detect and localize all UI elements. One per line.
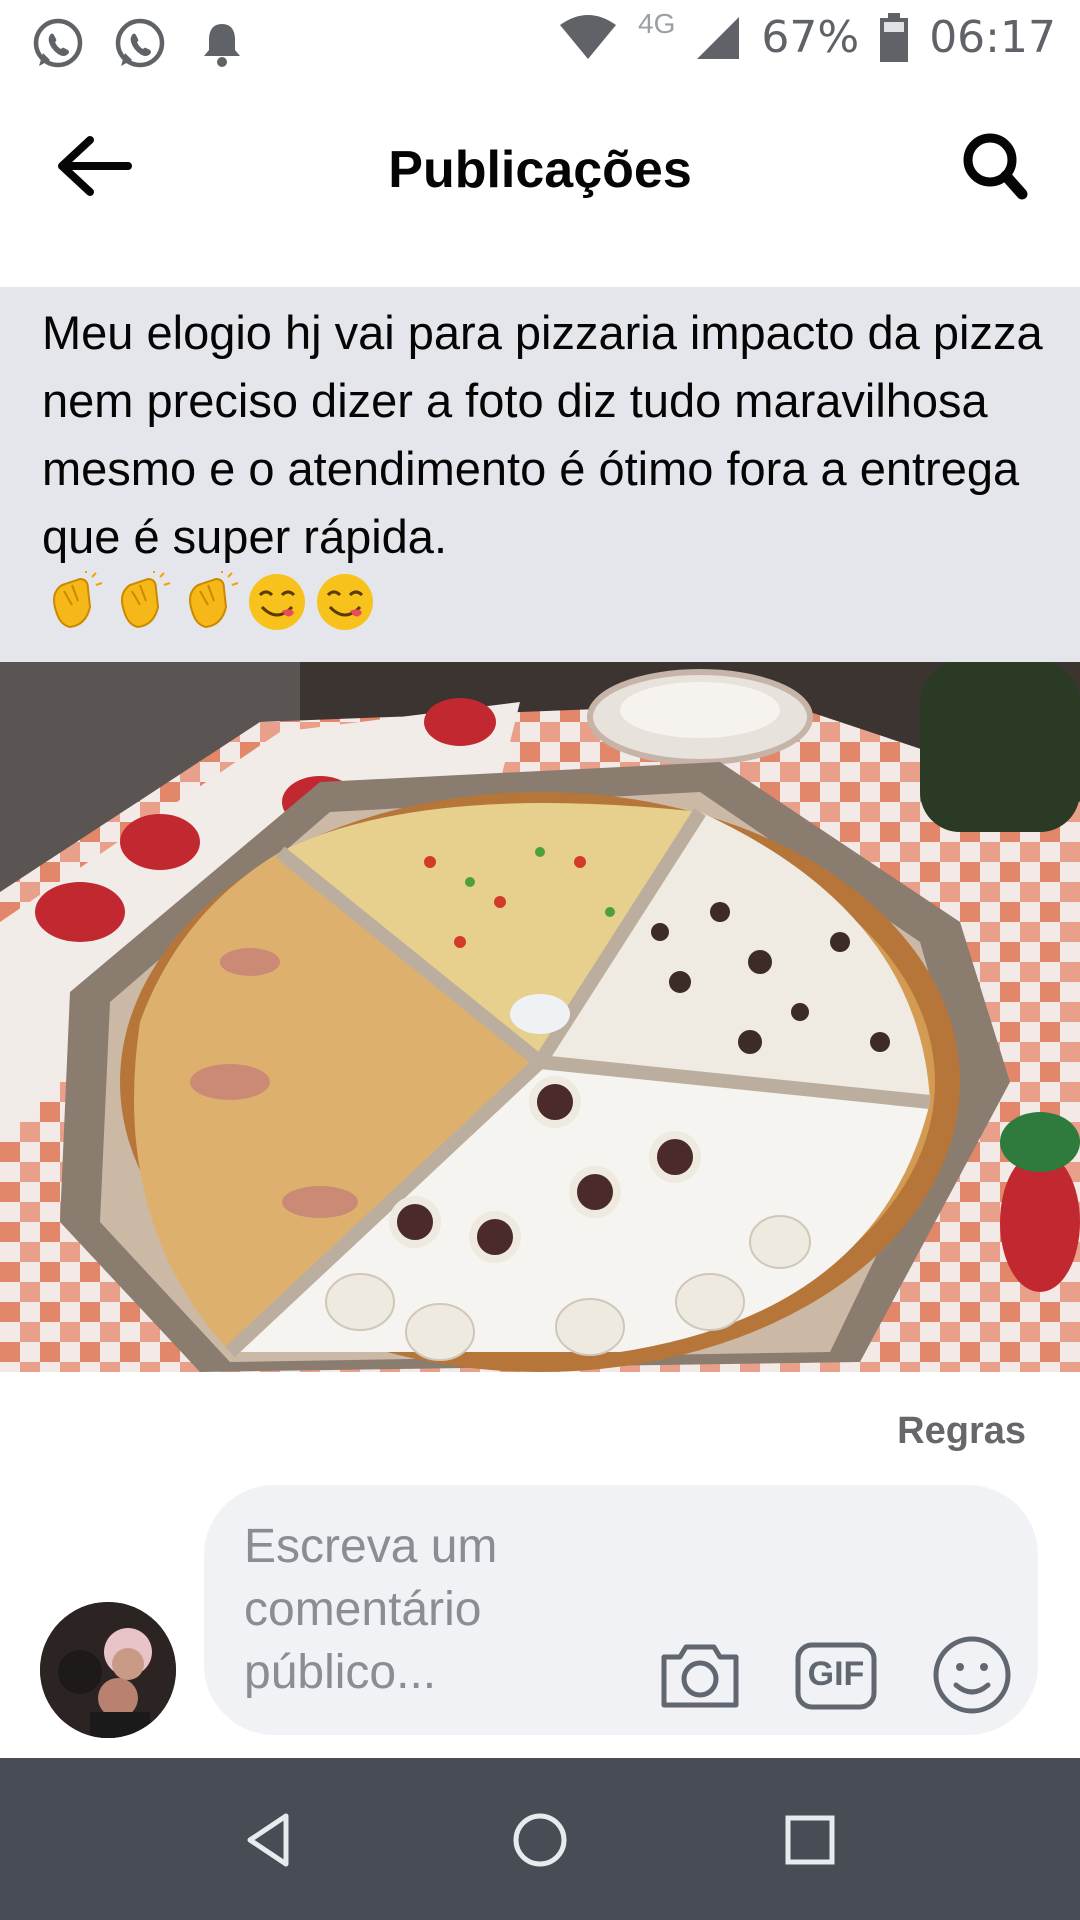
yum-face-icon <box>249 574 305 630</box>
whatsapp-icon <box>115 18 165 68</box>
network-type: 4G <box>638 7 676 39</box>
yum-face-icon <box>317 574 373 630</box>
post-text-card: Meu elogio hj vai para pizzaria impacto … <box>0 287 1080 662</box>
post-photo[interactable] <box>0 662 1080 1372</box>
clapping-hands-icon <box>53 571 103 629</box>
nav-recents-icon[interactable] <box>778 1808 842 1872</box>
post-body-text: Meu elogio hj vai para pizzaria impacto … <box>42 306 1043 563</box>
smiley-icon[interactable] <box>930 1633 1014 1717</box>
post-emoji-row <box>42 571 376 633</box>
clock: 06:17 <box>929 12 1056 63</box>
nav-home-icon[interactable] <box>508 1808 572 1872</box>
camera-icon[interactable] <box>658 1633 742 1717</box>
search-icon[interactable] <box>950 126 1040 206</box>
battery-percent: 67% <box>761 12 860 63</box>
whatsapp-icon <box>33 18 83 68</box>
avatar-photo <box>40 1602 176 1738</box>
status-bar: 4G 67% 06:17 <box>0 0 1080 88</box>
avatar[interactable] <box>40 1602 176 1738</box>
signal-icon <box>697 16 740 59</box>
battery-icon <box>880 12 909 62</box>
gif-label: GIF <box>807 1655 865 1693</box>
wifi-icon <box>560 14 617 59</box>
clapping-hands-icon <box>121 571 171 629</box>
bell-icon <box>204 24 240 67</box>
pizza-photo <box>0 662 1080 1372</box>
nav-back-icon[interactable] <box>238 1808 302 1872</box>
gif-button[interactable]: GIF <box>794 1633 878 1717</box>
comment-input[interactable]: Escreva um comentário público... GIF <box>204 1485 1038 1735</box>
clapping-hands-icon <box>189 571 239 629</box>
page-title: Publicações <box>388 141 692 199</box>
system-nav-bar <box>0 1758 1080 1920</box>
rules-link[interactable]: Regras <box>897 1410 1026 1453</box>
comment-placeholder: Escreva um comentário público... <box>244 1520 498 1699</box>
app-header: Publicações <box>0 88 1080 248</box>
